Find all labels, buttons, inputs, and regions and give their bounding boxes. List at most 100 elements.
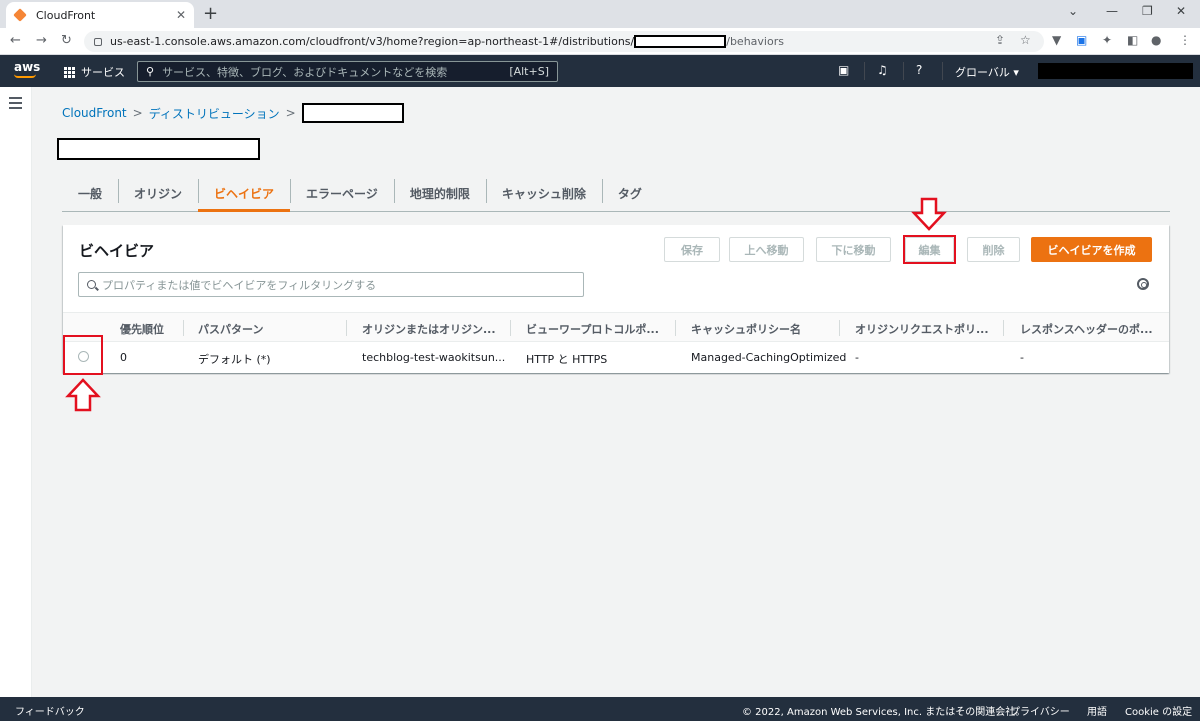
services-label: サービス: [81, 66, 125, 79]
profile-avatar-icon[interactable]: ●: [1151, 33, 1161, 47]
delete-button[interactable]: 削除: [967, 237, 1020, 262]
up-arrow-icon: [65, 378, 101, 412]
forward-icon[interactable]: →: [36, 33, 47, 48]
back-icon[interactable]: ←: [10, 33, 21, 48]
aws-top-nav: aws サービス ⚲ サービス、特徴、ブログ、およびドキュメントなどを検索 [A…: [0, 55, 1200, 87]
share-icon[interactable]: ⇪: [995, 33, 1005, 47]
bookmark-star-icon[interactable]: ☆: [1020, 33, 1031, 47]
create-behavior-button[interactable]: ビヘイビアを作成: [1031, 237, 1152, 262]
breadcrumb: CloudFront > ディストリビューション >: [62, 103, 404, 123]
tab-behaviors[interactable]: ビヘイビア: [198, 175, 291, 212]
panel-title: ビヘイビア: [79, 242, 155, 260]
side-panel-icon[interactable]: ◧: [1127, 33, 1138, 47]
translate-icon[interactable]: ▣: [1076, 33, 1087, 47]
url-prefix: us-east-1.console.aws.amazon.com/cloudfr…: [110, 35, 635, 48]
tab-search-icon[interactable]: ⌄: [1068, 4, 1078, 18]
column-divider[interactable]: [510, 320, 511, 336]
url-input[interactable]: us-east-1.console.aws.amazon.com/cloudfr…: [84, 31, 1044, 52]
column-header-viewer-protocol[interactable]: ビューワープロトコルポ...: [526, 321, 659, 337]
column-divider[interactable]: [1003, 320, 1004, 336]
cell-response-headers-policy: -: [1020, 351, 1024, 364]
copyright-text: © 2022, Amazon Web Services, Inc. またはその関…: [742, 707, 1026, 718]
tab-origins[interactable]: オリジン: [118, 175, 198, 211]
browser-tab-title: CloudFront: [36, 8, 96, 22]
aws-logo-text: aws: [14, 60, 41, 74]
console-footer: フィードバック © 2022, Amazon Web Services, Inc…: [0, 697, 1200, 721]
tab-error-pages[interactable]: エラーページ: [290, 175, 394, 211]
nav-divider: [903, 62, 904, 80]
search-icon: ⚲: [146, 65, 155, 78]
close-tab-icon[interactable]: ✕: [176, 8, 186, 22]
column-header-path-pattern[interactable]: パスパターン: [198, 321, 263, 337]
column-divider[interactable]: [675, 320, 676, 336]
notifications-bell-icon[interactable]: ♫: [877, 63, 888, 77]
column-header-response-headers-policy[interactable]: レスポンスヘッダーのポ...: [1020, 321, 1153, 337]
url-suffix: /behaviors: [726, 35, 784, 48]
lock-icon: [94, 37, 102, 46]
services-menu-button[interactable]: サービス: [64, 64, 125, 80]
down-arrow-icon: [911, 197, 947, 231]
global-search-input[interactable]: ⚲ サービス、特徴、ブログ、およびドキュメントなどを検索 [Alt+S]: [137, 61, 558, 82]
breadcrumb-cloudfront[interactable]: CloudFront: [62, 106, 127, 120]
cell-origin-request-policy: -: [855, 351, 859, 364]
region-selector[interactable]: グローバル ▾: [955, 64, 1019, 80]
chevron-right-icon: >: [285, 106, 296, 120]
cookie-settings-link[interactable]: Cookie の設定: [1125, 703, 1192, 718]
minimize-icon[interactable]: —: [1106, 4, 1118, 18]
privacy-link[interactable]: プライバシー: [1010, 703, 1070, 718]
side-navigation-rail: [0, 87, 32, 697]
behavior-filter-input[interactable]: プロパティまたは値でビヘイビアをフィルタリングする: [78, 272, 584, 297]
cloudshell-icon[interactable]: ▣: [838, 63, 849, 77]
save-button[interactable]: 保存: [664, 237, 720, 262]
nav-divider: [942, 62, 943, 80]
close-window-icon[interactable]: ✕: [1176, 4, 1186, 18]
gear-icon[interactable]: [1137, 278, 1149, 290]
column-header-origin-request-policy[interactable]: オリジンリクエストポリ...: [855, 321, 989, 337]
column-header-priority[interactable]: 優先順位: [120, 321, 164, 337]
redacted-account-menu[interactable]: [1038, 63, 1193, 79]
redacted-distribution-id: [634, 35, 727, 48]
hamburger-menu-icon[interactable]: [9, 97, 22, 112]
browser-menu-icon[interactable]: ⋮: [1179, 33, 1191, 47]
redacted-distribution-crumb: [301, 103, 404, 123]
cell-priority: 0: [120, 351, 127, 364]
search-icon: [87, 280, 96, 289]
restore-icon[interactable]: ❐: [1142, 4, 1153, 18]
search-shortcut: [Alt+S]: [509, 65, 549, 78]
column-header-origin[interactable]: オリジンまたはオリジン...: [362, 321, 496, 337]
cloudfront-favicon-icon: [13, 8, 27, 22]
terms-link[interactable]: 用語: [1087, 703, 1107, 718]
redacted-page-title: [57, 138, 260, 160]
move-down-button[interactable]: 下に移動: [816, 237, 891, 262]
extension-v-icon[interactable]: ▼: [1052, 33, 1061, 47]
tab-general[interactable]: 一般: [62, 175, 118, 211]
table-header: 優先順位 パスパターン オリジンまたはオリジン... ビューワープロトコルポ..…: [63, 312, 1169, 342]
help-icon[interactable]: ?: [916, 63, 922, 77]
new-tab-button[interactable]: +: [203, 3, 218, 24]
column-divider[interactable]: [183, 320, 184, 336]
tab-invalidations[interactable]: キャッシュ削除: [485, 175, 602, 211]
aws-smile-icon: [14, 74, 36, 78]
breadcrumb-distributions[interactable]: ディストリビューション: [149, 105, 280, 122]
search-placeholder: サービス、特徴、ブログ、およびドキュメントなどを検索: [162, 65, 448, 79]
chevron-right-icon: >: [132, 106, 143, 120]
edit-button-highlight: [903, 235, 956, 264]
table-row[interactable]: 0 デフォルト (*) techblog-test-waokitsun... H…: [63, 342, 1169, 372]
column-divider[interactable]: [839, 320, 840, 336]
move-up-button[interactable]: 上へ移動: [729, 237, 804, 262]
reload-icon[interactable]: ↻: [61, 33, 72, 48]
browser-tab[interactable]: CloudFront ✕: [6, 2, 194, 28]
extensions-puzzle-icon[interactable]: ✦: [1102, 33, 1112, 47]
nav-divider: [864, 62, 865, 80]
tab-tags[interactable]: タグ: [601, 175, 658, 211]
cell-viewer-protocol: HTTP と HTTPS: [526, 353, 608, 366]
behaviors-panel: ビヘイビア 保存 上へ移動 下に移動 編集 削除 ビヘイビアを作成 プロパティま…: [63, 225, 1169, 373]
row-radio-highlight: [63, 335, 103, 375]
cell-cache-policy: Managed-CachingOptimized: [691, 351, 847, 364]
column-header-cache-policy[interactable]: キャッシュポリシー名: [691, 321, 801, 337]
feedback-link[interactable]: フィードバック: [15, 703, 85, 718]
aws-logo[interactable]: aws: [14, 60, 41, 78]
filter-placeholder: プロパティまたは値でビヘイビアをフィルタリングする: [102, 278, 377, 292]
tab-geo-restriction[interactable]: 地理的制限: [393, 175, 486, 211]
column-divider[interactable]: [346, 320, 347, 336]
